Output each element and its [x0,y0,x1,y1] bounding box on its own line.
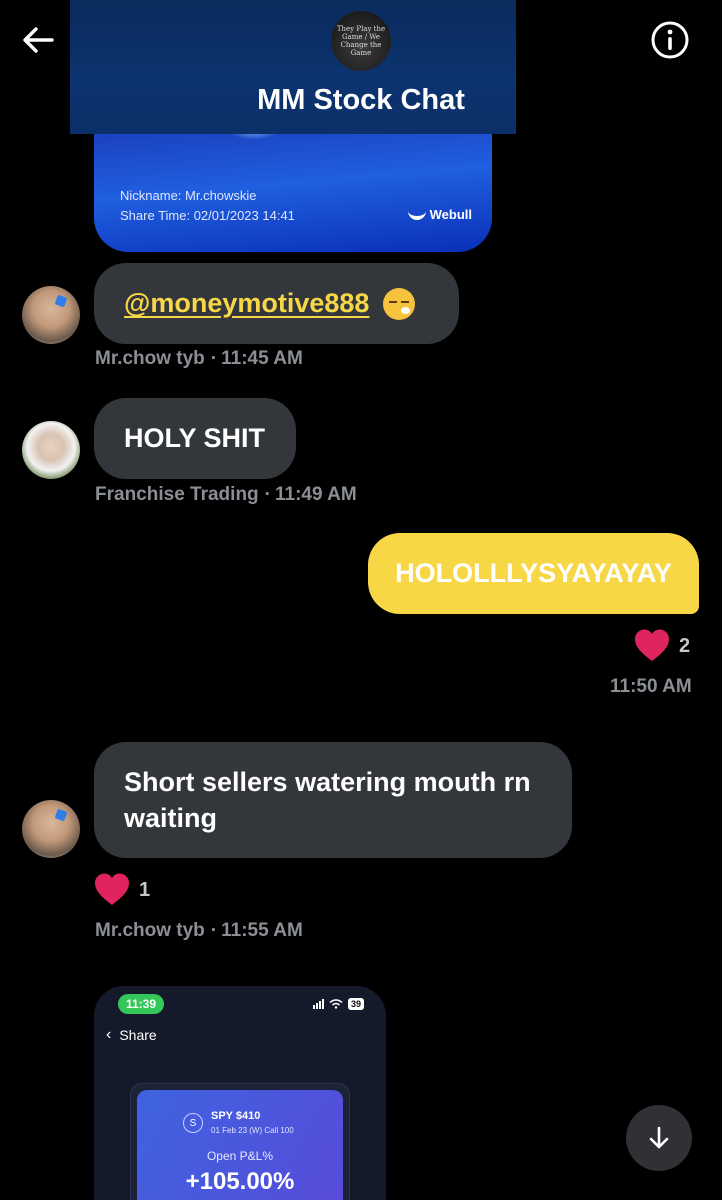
share-nav: ‹ Share [106,1026,157,1044]
sender-name[interactable]: Franchise Trading [95,484,259,505]
contract-label: 01 Feb 23 (W) Call 100 [211,1126,294,1135]
share-nav-label: Share [119,1027,157,1043]
message-text: HOLY SHIT [124,423,266,453]
pnl-card: S SPY $410 01 Feb 23 (W) Call 100 Open P… [137,1090,343,1200]
signal-icon [312,999,324,1009]
pnl-card-frame: S SPY $410 01 Feb 23 (W) Call 100 Open P… [130,1083,350,1200]
arrow-down-icon [649,1126,669,1149]
message-text: HOLOLLLYSYAYAYAY [395,558,672,588]
ticker-label: SPY $410 [211,1110,261,1122]
webull-logo: Webull [407,207,472,222]
heart-reaction-icon[interactable] [634,628,670,664]
share-nickname: Nickname: Mr.chowskie [120,188,257,203]
reaction-count: 2 [679,635,691,657]
message-bubble[interactable]: HOLY SHIT [94,398,296,479]
info-button[interactable] [650,20,690,60]
ticker-badge-icon: S [183,1113,203,1133]
phone-status-icons: 39 [312,998,364,1010]
group-avatar[interactable]: They Play the Game / We Change the Game [331,11,391,71]
face-exhaling-icon [383,287,416,320]
mention-link[interactable]: @moneymotive888 [124,288,369,319]
info-icon [651,21,689,59]
group-avatar-text: They Play the Game / We Change the Game [336,25,386,57]
webull-brand: Webull [429,207,472,222]
sender-name[interactable]: Mr.chow tyb [95,348,205,369]
avatar-mr-chow[interactable] [22,286,80,344]
scroll-to-bottom-button[interactable] [626,1105,692,1171]
message-bubble[interactable]: Short sellers watering mouth rn waiting [94,742,572,858]
heart-reaction-icon[interactable] [94,872,130,908]
chat-title[interactable]: MM Stock Chat [0,84,722,117]
arrow-left-icon [23,27,54,53]
avatar-franchise-trading[interactable] [22,421,80,479]
avatar-mr-chow[interactable] [22,800,80,858]
share-time: Share Time: 02/01/2023 14:41 [120,208,295,223]
shared-screenshot[interactable]: 11:39 39 ‹ Share S SPY $410 01 Feb 23 (W… [94,986,386,1200]
wifi-icon [329,999,343,1009]
pnl-value: +105.00% [185,1168,295,1195]
message-text: Short sellers watering mouth rn waiting [124,767,531,833]
message-time: 11:45 AM [221,348,303,369]
message-time: 11:50 AM [610,676,692,697]
message-meta: Franchise Trading · 11:49 AM [95,484,357,505]
message-time: 11:49 AM [274,484,357,505]
chevron-left-icon: ‹ [106,1026,112,1043]
sender-name[interactable]: Mr.chow tyb [95,920,205,941]
webull-mark-icon [407,210,426,220]
message-time: 11:55 AM [221,920,303,941]
phone-status-time: 11:39 [118,994,164,1014]
pnl-label: Open P&L% [206,1149,274,1163]
outgoing-message-bubble[interactable]: HOLOLLLYSYAYAYAY [368,533,699,614]
battery-icon: 39 [347,998,364,1010]
message-meta: Mr.chow tyb · 11:45 AM [95,348,303,369]
message-bubble[interactable]: @moneymotive888 [94,263,459,344]
message-meta: Mr.chow tyb · 11:55 AM [95,920,303,941]
back-button[interactable] [20,22,56,58]
reaction-count: 1 [139,879,151,901]
